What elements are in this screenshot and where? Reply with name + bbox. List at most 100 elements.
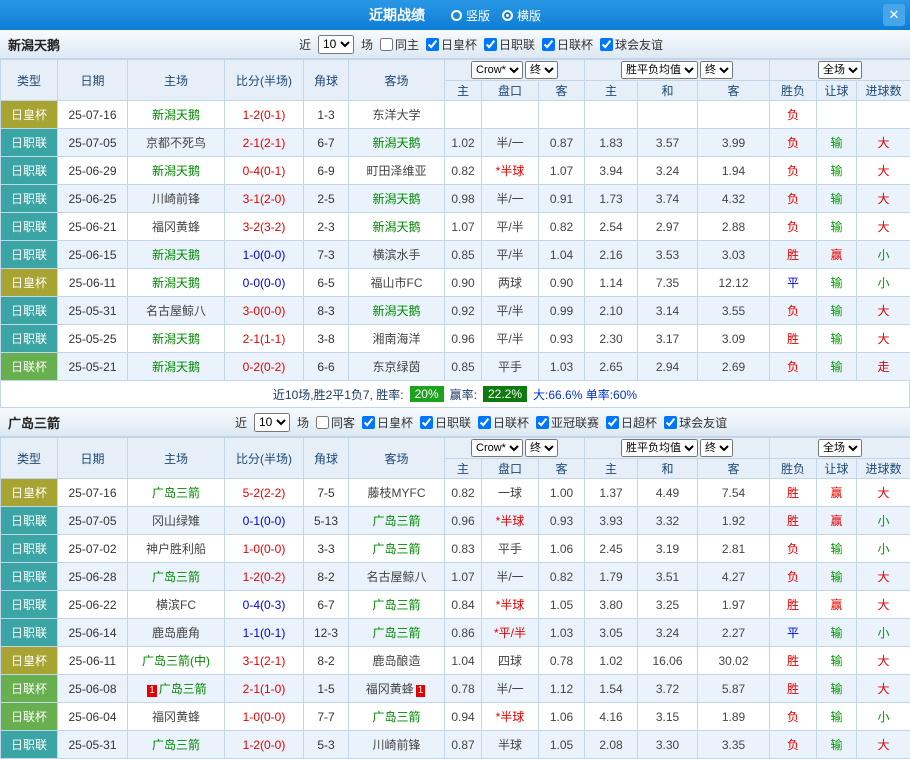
- competition-type: 日联杯: [1, 675, 58, 703]
- odds-source-select[interactable]: 全场: [818, 61, 862, 79]
- away-team-name[interactable]: 广岛三箭: [372, 626, 420, 640]
- away-team-name[interactable]: 藤枝MYFC: [368, 486, 426, 500]
- home-team-cell: 福冈黄蜂: [128, 213, 225, 241]
- filter-checkbox[interactable]: [664, 416, 677, 429]
- away-team-name[interactable]: 福冈黄蜂: [366, 682, 414, 696]
- away-team-name[interactable]: 鹿岛酿造: [372, 654, 420, 668]
- home-team-name[interactable]: 广岛三箭: [152, 738, 200, 752]
- away-team-name[interactable]: 名古屋鲸八: [366, 570, 426, 584]
- filter-option[interactable]: 同主: [380, 36, 419, 53]
- filter-option[interactable]: 日联杯: [542, 36, 593, 53]
- match-row: 日皇杯25-06-11广岛三箭(中)3-1(2-1)8-2鹿岛酿造1.04四球0…: [1, 647, 910, 675]
- odds-source-select[interactable]: Crow*: [471, 61, 523, 79]
- filter-option[interactable]: 日皇杯: [426, 36, 477, 53]
- home-team-name[interactable]: 新潟天鹅: [152, 360, 200, 374]
- filter-checkbox[interactable]: [316, 416, 329, 429]
- home-team-name[interactable]: 新潟天鹅: [152, 164, 200, 178]
- odds-source-select[interactable]: 终: [700, 61, 733, 79]
- away-team-name[interactable]: 新潟天鹅: [372, 136, 420, 150]
- away-team-name[interactable]: 广岛三箭: [372, 542, 420, 556]
- away-team-cell: 广岛三箭: [349, 703, 445, 731]
- match-count-select[interactable]: 10: [254, 413, 290, 432]
- odds-source-select[interactable]: 终: [525, 439, 558, 457]
- home-team-name[interactable]: 京都不死鸟: [146, 136, 206, 150]
- filter-checkbox[interactable]: [478, 416, 491, 429]
- sub-column-header: 让球: [817, 459, 857, 479]
- home-team-name[interactable]: 广岛三箭: [152, 570, 200, 584]
- odds-source-select[interactable]: 胜平负均值: [621, 61, 698, 79]
- filter-checkbox[interactable]: [606, 416, 619, 429]
- filter-label: 亚冠联赛: [551, 414, 599, 431]
- filter-option[interactable]: 球会友谊: [600, 36, 663, 53]
- filter-checkbox[interactable]: [484, 38, 497, 51]
- away-team-name[interactable]: 湘南海洋: [372, 332, 420, 346]
- away-team-name[interactable]: 新潟天鹅: [372, 220, 420, 234]
- home-team-name[interactable]: 新潟天鹅: [152, 108, 200, 122]
- sub-column-header: 客: [539, 459, 585, 479]
- filter-option[interactable]: 同客: [316, 414, 355, 431]
- filter-checkbox[interactable]: [542, 38, 555, 51]
- asian-away-odds: 0.87: [539, 129, 585, 157]
- away-team-name[interactable]: 新潟天鹅: [372, 304, 420, 318]
- filter-checkbox[interactable]: [362, 416, 375, 429]
- home-team-name[interactable]: 横滨FC: [156, 598, 196, 612]
- euro-home-odds: 3.05: [585, 619, 638, 647]
- filter-checkbox[interactable]: [600, 38, 613, 51]
- filter-option[interactable]: 球会友谊: [664, 414, 727, 431]
- filter-option[interactable]: 日职联: [420, 414, 471, 431]
- odds-source-select[interactable]: Crow*: [471, 439, 523, 457]
- home-team-name[interactable]: 鹿岛鹿角: [152, 626, 200, 640]
- layout-radio-horizontal[interactable]: 横版: [502, 7, 541, 24]
- match-count-select[interactable]: 10: [318, 35, 354, 54]
- away-team-name[interactable]: 广岛三箭: [372, 598, 420, 612]
- euro-draw-odds: 3.51: [638, 563, 698, 591]
- away-team-name[interactable]: 东京绿茵: [372, 360, 420, 374]
- handicap-result: 输: [817, 647, 857, 675]
- away-team-name[interactable]: 横滨水手: [372, 248, 420, 262]
- home-team-name[interactable]: 广岛三箭: [159, 682, 207, 696]
- home-team-name[interactable]: 福冈黄蜂: [152, 710, 200, 724]
- home-team-name[interactable]: 神户胜利船: [146, 542, 206, 556]
- filter-checkbox[interactable]: [420, 416, 433, 429]
- layout-radio-vertical[interactable]: 竖版: [451, 7, 490, 24]
- match-row: 日职联25-06-14鹿岛鹿角1-1(0-1)12-3广岛三箭0.86*平/半1…: [1, 619, 910, 647]
- home-team-name[interactable]: 新潟天鹅: [152, 248, 200, 262]
- away-team-name[interactable]: 町田泽维亚: [366, 164, 426, 178]
- filter-option[interactable]: 日皇杯: [362, 414, 413, 431]
- match-row: 日职联25-06-28广岛三箭1-2(0-2)8-2名古屋鲸八1.07半/一0.…: [1, 563, 910, 591]
- match-date: 25-06-28: [58, 563, 128, 591]
- home-team-name[interactable]: 广岛三箭(中): [142, 654, 210, 668]
- filter-option[interactable]: 日职联: [484, 36, 535, 53]
- filter-option[interactable]: 亚冠联赛: [536, 414, 599, 431]
- filter-checkbox[interactable]: [426, 38, 439, 51]
- column-header: 主场: [128, 438, 225, 479]
- home-team-name[interactable]: 广岛三箭: [152, 486, 200, 500]
- odds-source-select[interactable]: 全场: [818, 439, 862, 457]
- home-team-name[interactable]: 冈山绿雉: [152, 514, 200, 528]
- away-team-name[interactable]: 东洋大学: [372, 108, 420, 122]
- away-team-name[interactable]: 川崎前锋: [372, 738, 420, 752]
- wdl-result: 负: [770, 185, 817, 213]
- home-team-name[interactable]: 川崎前锋: [152, 192, 200, 206]
- goals-result: 走: [857, 353, 910, 381]
- filter-checkbox[interactable]: [380, 38, 393, 51]
- score-cell: 0-1(0-0): [225, 507, 304, 535]
- home-team-name[interactable]: 新潟天鹅: [152, 276, 200, 290]
- odds-source-select[interactable]: 终: [700, 439, 733, 457]
- close-icon[interactable]: ✕: [883, 4, 905, 26]
- filter-checkbox[interactable]: [536, 416, 549, 429]
- odds-source-select[interactable]: 终: [525, 61, 558, 79]
- home-team-name[interactable]: 名古屋鲸八: [146, 304, 206, 318]
- away-team-name[interactable]: 广岛三箭: [372, 710, 420, 724]
- away-team-name[interactable]: 广岛三箭: [372, 514, 420, 528]
- odds-source-select[interactable]: 胜平负均值: [621, 439, 698, 457]
- away-team-name[interactable]: 新潟天鹅: [372, 192, 420, 206]
- home-team-name[interactable]: 福冈黄蜂: [152, 220, 200, 234]
- column-header: 比分(半场): [225, 60, 304, 101]
- filter-label: 同客: [331, 414, 355, 431]
- filter-option[interactable]: 日超杯: [606, 414, 657, 431]
- filter-option[interactable]: 日联杯: [478, 414, 529, 431]
- home-team-name[interactable]: 新潟天鹅: [152, 332, 200, 346]
- asian-handicap: *半球: [482, 591, 539, 619]
- away-team-name[interactable]: 福山市FC: [371, 276, 423, 290]
